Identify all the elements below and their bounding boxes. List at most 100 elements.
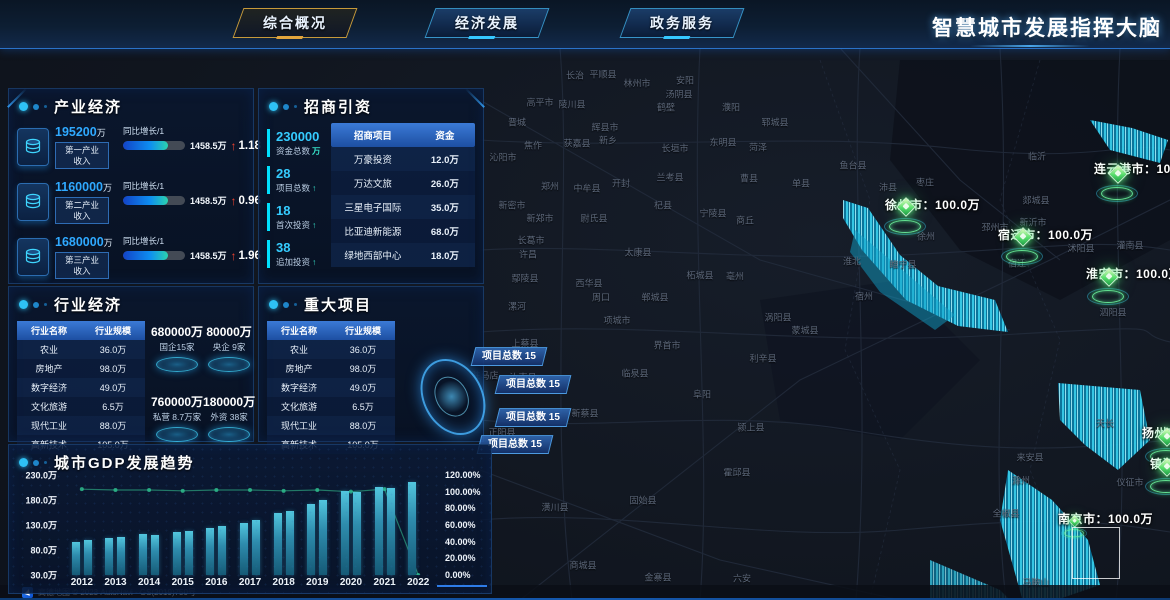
gdp-bar <box>139 534 147 575</box>
map-place-label: 平顺县 <box>589 68 616 81</box>
title-underline <box>970 45 1090 47</box>
y2-tick: 100.00% <box>445 487 481 497</box>
tab-label: 政务服务 <box>650 13 714 33</box>
map-place-label: 陵川县 <box>558 98 585 111</box>
investment-row[interactable]: 万达文旅26.0万 <box>331 171 475 195</box>
project-sector-row[interactable]: 房地产98.0万 <box>267 359 395 378</box>
col-header: 行业名称 <box>267 321 331 340</box>
cell-value: 36.0万 <box>81 340 145 359</box>
investment-stat: 28项目总数↑ <box>267 166 325 194</box>
project-sector-row[interactable]: 数字经济49.0万 <box>267 378 395 397</box>
map-place-label: 周口 <box>592 291 610 304</box>
industry-value: 1160000万 <box>55 180 117 194</box>
project-sector-row[interactable]: 现代工业88.0万 <box>267 416 395 435</box>
tab-经济发展[interactable]: 经济发展 <box>425 8 550 38</box>
glow-pedestal-icon <box>208 427 250 442</box>
cell-value: 12.0万 <box>415 147 475 171</box>
map-place-label: 高平市 <box>526 96 553 109</box>
tab-underline <box>663 36 691 39</box>
bar-group <box>132 475 166 575</box>
panel-header: 产业经济 <box>9 89 253 121</box>
map-place-label: 沛县 <box>879 181 897 194</box>
cell-value: 49.0万 <box>331 378 395 397</box>
stat-label: 项目总数↑ <box>276 182 325 194</box>
progress-line: 1458.5万 <box>123 139 227 152</box>
investment-row[interactable]: 三星电子国际35.0万 <box>331 195 475 219</box>
map-place-label: 东明县 <box>709 136 736 149</box>
progress-value: 1458.5万 <box>190 194 227 207</box>
bar-group <box>267 475 301 575</box>
sector-stat: 80000万央企 9家 <box>203 323 255 385</box>
sector-row[interactable]: 房地产98.0万 <box>17 359 145 378</box>
project-count-badge: 项目总数 15 <box>495 375 572 394</box>
tab-underline <box>276 36 304 39</box>
dashboard-root: 长治平顺县林州市安阳汤阴县鹤壁濮阳郓城县菏泽东明县高平市陵川县晋城焦作沁阳市辉县… <box>0 0 1170 600</box>
map-place-label: 林州市 <box>623 77 650 90</box>
stat-label: 私营 8.7万家 <box>151 411 203 423</box>
project-sector-row[interactable]: 文化旅游6.5万 <box>267 397 395 416</box>
industry-progress: 同比增长/11458.5万 <box>123 125 227 152</box>
map-place-label: 临泉县 <box>621 367 648 380</box>
industry-delta: ↑1.96 <box>231 249 261 263</box>
industry-delta: ↑0.96 <box>231 194 261 208</box>
industry-row: 1680000万第三产业收入同比增长/11458.5万↑1.96 <box>9 231 253 286</box>
panel-header-dots-icon <box>269 300 297 309</box>
cell-value: 26.0万 <box>415 171 475 195</box>
investment-row[interactable]: 绿地西部中心18.0万 <box>331 243 475 267</box>
x-tick: 2012 <box>65 577 99 593</box>
gdp-bar <box>408 482 416 575</box>
bar-group <box>368 475 402 575</box>
sector-row[interactable]: 现代工业88.0万 <box>17 416 145 435</box>
bar-group <box>166 475 200 575</box>
y2-tick: 60.00% <box>445 520 476 530</box>
map-place-label: 鱼台县 <box>839 159 866 172</box>
city-marker-pin-icon <box>1099 165 1135 205</box>
map-place-label: 固始县 <box>629 494 656 507</box>
tab-综合概况[interactable]: 综合概况 <box>233 8 358 38</box>
cell-name: 房地产 <box>17 359 81 378</box>
map-place-label: 利辛县 <box>749 352 776 365</box>
map-place-label: 涡阳县 <box>764 311 791 324</box>
map-place-label: 亳州 <box>726 270 744 283</box>
industry-value: 195200万 <box>55 125 117 139</box>
map-place-label: 临沂 <box>1028 150 1046 163</box>
cell-value: 6.5万 <box>331 397 395 416</box>
sector-row[interactable]: 数字经济49.0万 <box>17 378 145 397</box>
industry-value-block: 1160000万第二产业收入 <box>55 180 117 224</box>
industry-label: 第二产业收入 <box>55 197 109 224</box>
cell-value: 68.0万 <box>415 219 475 243</box>
progress-track <box>123 141 185 150</box>
app-title: 智慧城市发展指挥大脑 <box>932 12 1162 42</box>
gdp-chart: 230.0万180.0万130.0万80.0万30.0万 120.00%100.… <box>9 467 491 593</box>
map-place-label: 长葛市 <box>517 234 544 247</box>
marker-ring <box>1006 250 1038 263</box>
sector-row[interactable]: 农业36.0万 <box>17 340 145 359</box>
x-tick: 2016 <box>200 577 234 593</box>
investment-row[interactable]: 万豪投资12.0万 <box>331 147 475 171</box>
col-header: 资金 <box>415 123 475 147</box>
project-count-badge: 项目总数 15 <box>471 347 548 366</box>
sector-table: 行业名称行业规模农业36.0万房地产98.0万数字经济49.0万文化旅游6.5万… <box>17 321 145 454</box>
gdp-bar <box>72 542 80 576</box>
sector-row[interactable]: 文化旅游6.5万 <box>17 397 145 416</box>
x-tick: 2019 <box>300 577 334 593</box>
project-sector-row[interactable]: 农业36.0万 <box>267 340 395 359</box>
gdp-bar <box>307 504 315 576</box>
gdp-bar <box>286 511 294 576</box>
map-place-label: 获嘉县 <box>563 137 590 150</box>
table-header: 行业名称行业规模 <box>267 321 395 340</box>
progress-fill <box>123 196 168 205</box>
coins-icon <box>17 238 49 276</box>
map-place-label: 新郑市 <box>526 212 553 225</box>
progress-label: 同比增长/1 <box>123 235 227 247</box>
stat-value: 80000万 <box>203 323 255 340</box>
investment-row[interactable]: 比亚迪新能源68.0万 <box>331 219 475 243</box>
cell-name: 文化旅游 <box>267 397 331 416</box>
map-place-label: 仪征市 <box>1116 476 1143 489</box>
tab-政务服务[interactable]: 政务服务 <box>620 8 745 38</box>
col-header: 行业规模 <box>81 321 145 340</box>
map-place-label: 鄢陵县 <box>511 272 538 285</box>
map-place-label: 商丘 <box>736 214 754 227</box>
x-tick: 2018 <box>267 577 301 593</box>
gdp-bar <box>206 528 214 575</box>
